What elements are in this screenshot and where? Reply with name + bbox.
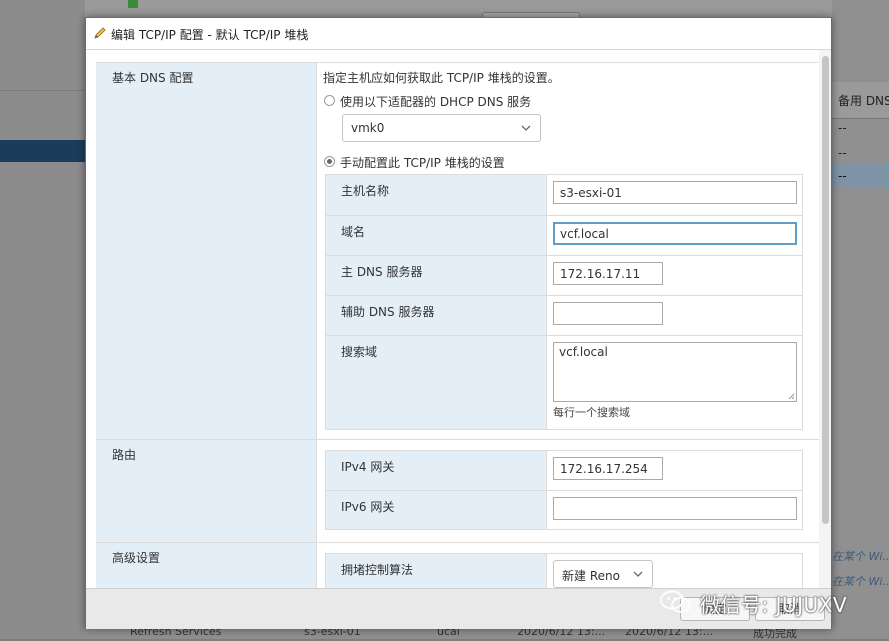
congestion-label: 拥堵控制算法 — [341, 563, 414, 577]
dialog-scrollbar-thumb[interactable] — [822, 56, 829, 524]
host-name-row: 主机名称 s3-esxi-01 — [326, 175, 802, 215]
dialog-title: 编辑 TCP/IP 配置 - 默认 TCP/IP 堆栈 — [111, 28, 309, 42]
ipv4-gateway-row: IPv4 网关 172.16.17.254 — [326, 451, 802, 490]
manual-dns-grid: 主机名称 s3-esxi-01 域名 vcf.local 主 DNS 服务器 1… — [325, 174, 803, 430]
host-name-input[interactable]: s3-esxi-01 — [553, 181, 797, 204]
manual-radio-label[interactable]: 手动配置此 TCP/IP 堆栈的设置 — [340, 154, 505, 171]
advanced-section-label: 高级设置 — [96, 543, 316, 588]
background-cell: -- — [838, 146, 847, 160]
dialog-titlebar: 编辑 TCP/IP 配置 - 默认 TCP/IP 堆栈 — [86, 18, 831, 50]
edit-tcpip-dialog: 编辑 TCP/IP 配置 - 默认 TCP/IP 堆栈 基本 DNS 配置 指定… — [85, 17, 832, 629]
congestion-select[interactable]: 新建 Reno — [553, 560, 653, 588]
primary-dns-label: 主 DNS 服务器 — [341, 265, 423, 279]
dns-section-body: 指定主机应如何获取此 TCP/IP 堆栈的设置。 使用以下适配器的 DHCP D… — [316, 63, 819, 439]
advanced-section-body: 拥堵控制算法 新建 Reno — [316, 543, 819, 588]
dns-section-label: 基本 DNS 配置 — [96, 63, 316, 439]
routing-section-label: 路由 — [96, 440, 316, 542]
background-column-header: 备用 DNS — [832, 82, 889, 119]
domain-label: 域名 — [341, 225, 366, 239]
background-table: 备用 DNS -- -- -- 在某个 Wi... 在某个 Wi... — [832, 0, 889, 639]
wechat-icon — [660, 590, 691, 613]
routing-section-body: IPv4 网关 172.16.17.254 IPv6 网关 — [316, 440, 819, 542]
secondary-dns-label: 辅助 DNS 服务器 — [341, 305, 435, 319]
ipv4-gateway-label: IPv4 网关 — [341, 460, 395, 474]
dns-section: 基本 DNS 配置 指定主机应如何获取此 TCP/IP 堆栈的设置。 使用以下适… — [96, 62, 819, 439]
primary-dns-input[interactable]: 172.16.17.11 — [553, 262, 663, 285]
ipv6-gateway-label: IPv6 网关 — [341, 500, 395, 514]
background-task-link: 在某个 Wi... — [832, 575, 889, 588]
dialog-content: 基本 DNS 配置 指定主机应如何获取此 TCP/IP 堆栈的设置。 使用以下适… — [86, 50, 831, 588]
background-app-icon — [128, 0, 138, 8]
advanced-grid: 拥堵控制算法 新建 Reno — [325, 553, 803, 588]
search-domains-textarea[interactable]: vcf.local — [553, 342, 797, 402]
pencil-icon — [94, 27, 106, 39]
ipv4-gateway-input[interactable]: 172.16.17.254 — [553, 457, 663, 480]
primary-dns-row: 主 DNS 服务器 172.16.17.11 — [326, 255, 802, 295]
ipv6-gateway-input[interactable] — [553, 497, 797, 520]
search-domains-label: 搜索域 — [341, 345, 378, 359]
domain-input[interactable]: vcf.local — [553, 222, 797, 245]
resize-grip-icon[interactable] — [788, 393, 795, 400]
background-task-row: Refresh Services s3-esxi-01 ucal 2020/6/… — [85, 625, 832, 640]
background-cell: -- — [838, 121, 847, 135]
secondary-dns-input[interactable] — [553, 302, 663, 325]
chevron-down-icon — [633, 571, 643, 577]
background-cell: -- — [838, 169, 847, 183]
dns-instruction: 指定主机应如何获取此 TCP/IP 堆栈的设置。 — [323, 71, 560, 85]
background-selected-row — [0, 140, 85, 162]
host-name-label: 主机名称 — [341, 184, 390, 198]
routing-grid: IPv4 网关 172.16.17.254 IPv6 网关 — [325, 450, 803, 530]
routing-section: 路由 IPv4 网关 172.16.17.254 IPv6 网关 — [96, 439, 819, 542]
domain-row: 域名 vcf.local — [326, 215, 802, 255]
chevron-down-icon — [521, 125, 531, 131]
dhcp-radio[interactable] — [324, 95, 335, 106]
manual-radio[interactable] — [324, 156, 335, 167]
secondary-dns-row: 辅助 DNS 服务器 — [326, 295, 802, 335]
search-domains-row: 搜索域 vcf.local 每行一个搜索域 — [326, 335, 802, 429]
background-task-link: 在某个 Wi... — [832, 550, 889, 563]
search-domains-hint: 每行一个搜索域 — [553, 406, 630, 419]
dhcp-radio-label[interactable]: 使用以下适配器的 DHCP DNS 服务 — [340, 93, 531, 110]
background-navigator — [0, 0, 85, 639]
ipv6-gateway-row: IPv6 网关 — [326, 490, 802, 529]
congestion-row: 拥堵控制算法 新建 Reno — [326, 554, 802, 588]
advanced-section: 高级设置 拥堵控制算法 新建 Reno — [96, 542, 819, 588]
adapter-select[interactable]: vmk0 — [342, 114, 541, 142]
